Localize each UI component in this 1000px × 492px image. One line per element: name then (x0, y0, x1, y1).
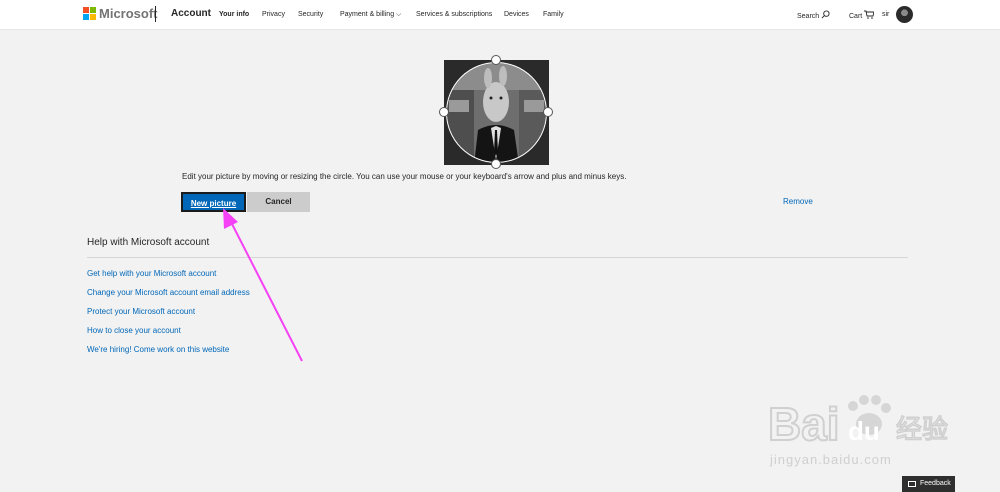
top-header: Microsoft Account Your info Privacy Secu… (0, 0, 1000, 30)
search-icon (821, 10, 830, 19)
nav-your-info[interactable]: Your info (219, 10, 249, 19)
resize-handle-top[interactable] (491, 55, 501, 65)
search-button[interactable]: Search (797, 10, 830, 21)
nav-services-subscriptions[interactable]: Services & subscriptions (416, 10, 492, 19)
cancel-button[interactable]: Cancel (247, 192, 310, 212)
watermark-url: jingyan.baidu.com (770, 452, 892, 467)
chevron-down-icon: ⌵ (396, 11, 402, 18)
help-link[interactable]: Get help with your Microsoft account (87, 269, 216, 279)
brand-name[interactable]: Microsoft (99, 7, 158, 21)
new-picture-button[interactable]: New picture (181, 192, 246, 212)
help-link[interactable]: Change your Microsoft account email addr… (87, 288, 250, 298)
help-section-title: Help with Microsoft account (87, 237, 210, 248)
nav-payment-billing[interactable]: Payment & billing ⌵ (340, 10, 401, 19)
avatar[interactable] (896, 6, 913, 23)
svg-text:Bai: Bai (768, 398, 840, 448)
resize-handle-left[interactable] (439, 107, 449, 117)
nav-privacy[interactable]: Privacy (262, 10, 285, 19)
nav-family[interactable]: Family (543, 10, 564, 19)
watermark-logo: Bai du 经验 (768, 395, 949, 448)
cart-icon (864, 10, 875, 19)
help-divider (87, 257, 908, 258)
help-link[interactable]: How to close your account (87, 326, 181, 336)
picture-editor[interactable] (439, 55, 553, 169)
help-link[interactable]: We're hiring! Come work on this website (87, 345, 229, 355)
search-label: Search (797, 13, 820, 20)
editor-hint: Edit your picture by moving or resizing … (182, 172, 627, 181)
account-title[interactable]: Account (171, 8, 211, 20)
nav-payment-billing-label: Payment & billing (340, 11, 395, 18)
help-link[interactable]: Protect your Microsoft account (87, 307, 195, 317)
feedback-button[interactable]: Feedback (902, 476, 955, 492)
svg-text:经验: 经验 (896, 415, 948, 445)
feedback-label: Feedback (920, 480, 951, 487)
remove-link[interactable]: Remove (783, 197, 813, 207)
resize-handle-right[interactable] (543, 107, 553, 117)
resize-handle-bottom[interactable] (491, 159, 501, 169)
nav-devices[interactable]: Devices (504, 10, 529, 19)
user-name[interactable]: sir (882, 10, 889, 19)
microsoft-logo-icon[interactable] (83, 7, 96, 20)
header-divider (155, 6, 156, 22)
feedback-icon (908, 481, 916, 487)
cart-button[interactable]: Cart (849, 10, 875, 21)
profile-photo (444, 60, 549, 165)
nav-security[interactable]: Security (298, 10, 323, 19)
cart-label: Cart (849, 13, 863, 20)
svg-text:du: du (848, 416, 880, 446)
